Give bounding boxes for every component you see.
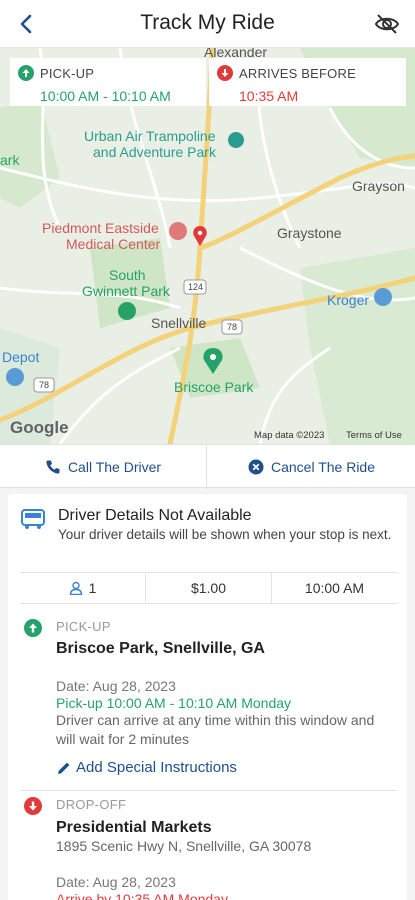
map-label-briscoe: Briscoe Park <box>174 379 254 395</box>
scheduled-time: 10:00 AM <box>271 573 397 603</box>
pickup-card-window: 10:00 AM - 10:10 AM <box>40 88 171 104</box>
dropoff-arrow-icon <box>217 65 233 81</box>
map-label-kroger: Kroger <box>327 292 370 308</box>
map-label-park: ark <box>0 152 20 168</box>
google-logo: Google <box>10 418 69 437</box>
add-special-instructions-label: Add Special Instructions <box>76 759 237 776</box>
pickup-section-label: PICK-UP <box>56 619 111 634</box>
map-label-piedmont: Piedmont Eastside <box>42 220 159 236</box>
map-view[interactable]: Alexander Urban Air Trampoline and Adven… <box>0 48 415 444</box>
map-data-credit: Map data ©2023 <box>254 430 325 441</box>
person-icon <box>69 581 82 595</box>
terms-of-use-link[interactable]: Terms of Use <box>346 430 402 441</box>
road-shield-78: 78 <box>227 322 238 332</box>
passenger-count: 1 <box>20 573 145 603</box>
arrives-time-card: ARRIVES BEFORE 10:35 AM <box>209 58 406 106</box>
arrives-card-label: ARRIVES BEFORE <box>239 66 356 81</box>
arrives-card-time: 10:35 AM <box>239 88 299 104</box>
dropoff-date: Date: Aug 28, 2023 <box>56 874 176 890</box>
driver-status-subtitle: Your driver details will be shown when y… <box>58 527 392 542</box>
pickup-card-label: PICK-UP <box>40 66 95 81</box>
map-label-depot: Depot <box>2 349 40 365</box>
app-header: Track My Ride <box>0 0 415 48</box>
ride-stats-row: 1 $1.00 10:00 AM <box>20 572 397 604</box>
pickup-wait-note: Driver can arrive at any time within thi… <box>56 712 375 747</box>
eye-off-icon <box>374 14 400 34</box>
dropoff-section-label: DROP-OFF <box>56 797 127 812</box>
map-label-medical-center: Medical Center <box>66 236 161 252</box>
map-label-snellville: Snellville <box>151 315 207 331</box>
call-driver-button[interactable]: Call The Driver <box>0 445 207 489</box>
map-label-grayson: Grayson <box>352 178 405 194</box>
hide-map-button[interactable] <box>373 10 401 38</box>
pickup-place: Briscoe Park, Snellville, GA <box>56 640 265 657</box>
phone-icon <box>46 460 60 474</box>
call-driver-label: Call The Driver <box>67 459 162 475</box>
page-title: Track My Ride <box>140 11 275 34</box>
dropoff-section-icon <box>24 797 42 815</box>
dropoff-place: Presidential Markets <box>56 819 212 836</box>
dropoff-window: Arrive by 10:35 AM Monday <box>56 891 228 900</box>
map-label-south: South <box>109 267 146 283</box>
fare-amount: $1.00 <box>145 573 271 603</box>
add-special-instructions-link[interactable]: Add Special Instructions <box>56 759 237 776</box>
pickup-window: Pick-up 10:00 AM - 10:10 AM Monday <box>56 695 292 711</box>
close-circle-icon <box>248 459 264 475</box>
section-divider <box>20 790 397 791</box>
cancel-ride-label: Cancel The Ride <box>270 459 376 475</box>
fare-value: $1.00 <box>190 580 227 596</box>
bus-icon <box>20 508 46 535</box>
map-label-adventure-park: and Adventure Park <box>93 144 216 160</box>
road-shield-124: 124 <box>188 282 204 292</box>
pickup-time-card: PICK-UP 10:00 AM - 10:10 AM <box>10 58 206 106</box>
pickup-arrow-icon <box>18 65 34 81</box>
ride-details-card: Driver Details Not Available Your driver… <box>8 494 407 900</box>
ride-actions-bar: Call The Driver Cancel The Ride <box>0 444 415 489</box>
road-shield-78-west: 78 <box>39 380 50 390</box>
pickup-section-icon <box>24 619 42 637</box>
passenger-count-value: 1 <box>88 580 97 596</box>
pencil-icon <box>58 762 70 774</box>
scheduled-time-value: 10:00 AM <box>304 580 365 596</box>
cancel-ride-button[interactable]: Cancel The Ride <box>208 445 415 489</box>
map-label-urban-air: Urban Air Trampoline <box>84 128 216 144</box>
driver-status-title: Driver Details Not Available <box>58 507 252 524</box>
dropoff-address: 1895 Scenic Hwy N, Snellville, GA 30078 <box>56 838 312 854</box>
pickup-date: Date: Aug 28, 2023 <box>56 678 176 694</box>
map-label-graystone: Graystone <box>277 225 342 241</box>
map-label-gwinnett-park: Gwinnett Park <box>82 283 170 299</box>
